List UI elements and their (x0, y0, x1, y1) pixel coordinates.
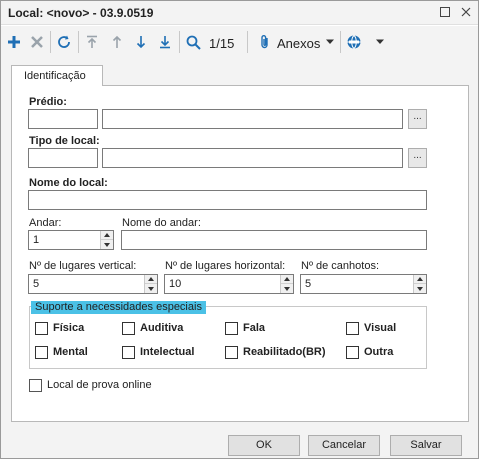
mental-label: Mental (53, 346, 88, 358)
predio-lookup-button[interactable]: ... (408, 109, 427, 129)
refresh-icon[interactable] (54, 32, 74, 52)
dialog-window: Local: <novo> - 03.9.0519 1/15 Anexos Id… (0, 0, 479, 459)
fisica-label: Física (53, 322, 85, 334)
restore-icon[interactable] (436, 4, 454, 22)
toolbar-separator (247, 31, 248, 53)
lugares-horizontal-value: 10 (169, 278, 182, 290)
title-bar: Local: <novo> - 03.9.0519 (1, 1, 478, 25)
ok-button[interactable]: OK (228, 435, 300, 456)
outra-label: Outra (364, 346, 394, 358)
toolbar: 1/15 Anexos (1, 26, 478, 58)
toolbar-separator (340, 31, 341, 53)
nome-andar-field[interactable] (121, 230, 427, 250)
tipo-local-lookup-button[interactable]: ... (408, 148, 427, 168)
canhotos-value: 5 (305, 278, 312, 290)
spin-down-icon[interactable] (414, 284, 426, 293)
chevron-down-icon[interactable] (320, 32, 340, 52)
spin-up-icon[interactable] (145, 275, 157, 284)
spin-down-icon[interactable] (281, 284, 293, 293)
andar-spin (100, 231, 113, 249)
visual-checkbox[interactable] (346, 322, 359, 335)
lugares-horizontal-label: Nº de lugares horizontal: (165, 260, 286, 272)
search-icon[interactable] (183, 32, 203, 52)
fala-label: Fala (243, 322, 266, 334)
nome-local-field[interactable] (28, 190, 427, 210)
spin-up-icon[interactable] (101, 231, 113, 240)
toolbar-separator (50, 31, 51, 53)
cancel-button[interactable]: Cancelar (308, 435, 380, 456)
chevron-down-icon[interactable] (370, 32, 390, 52)
toolbar-separator (78, 31, 79, 53)
auditiva-label: Auditiva (140, 322, 184, 334)
suporte-group (29, 306, 427, 369)
andar-stepper[interactable]: 1 (28, 230, 114, 250)
reabilitado-label: Reabilitado(BR) (243, 346, 326, 358)
fala-checkbox[interactable] (225, 322, 238, 335)
globe-icon[interactable] (344, 32, 364, 52)
delete-icon[interactable] (27, 32, 47, 52)
predio-code-field[interactable] (28, 109, 98, 129)
predio-label: Prédio: (29, 96, 67, 108)
add-icon[interactable] (4, 32, 24, 52)
outra-checkbox[interactable] (346, 346, 359, 359)
visual-label: Visual (364, 322, 397, 334)
next-icon[interactable] (131, 32, 151, 52)
andar-label: Andar: (29, 217, 62, 229)
andar-value: 1 (33, 234, 40, 246)
online-label: Local de prova online (47, 379, 152, 391)
lugares-vertical-stepper[interactable]: 5 (28, 274, 158, 294)
tipo-local-code-field[interactable] (28, 148, 98, 168)
lugares-horizontal-stepper[interactable]: 10 (164, 274, 294, 294)
reabilitado-checkbox[interactable] (225, 346, 238, 359)
spin-down-icon[interactable] (145, 284, 157, 293)
canhotos-stepper[interactable]: 5 (300, 274, 427, 294)
last-icon[interactable] (155, 32, 175, 52)
record-pager: 1/15 (209, 36, 235, 51)
attachment-icon[interactable] (255, 32, 275, 52)
tipo-local-name-field[interactable] (102, 148, 403, 168)
fisica-checkbox[interactable] (35, 322, 48, 335)
spin-up-icon[interactable] (414, 275, 426, 284)
lugares-vertical-value: 5 (33, 278, 40, 290)
intelectual-checkbox[interactable] (122, 346, 135, 359)
canhotos-spin (413, 275, 426, 293)
canhotos-label: Nº de canhotos: (301, 260, 380, 272)
lugares-horizontal-spin (280, 275, 293, 293)
tipo-local-label: Tipo de local: (29, 135, 100, 147)
auditiva-checkbox[interactable] (122, 322, 135, 335)
nome-local-label: Nome do local: (29, 177, 108, 189)
online-checkbox[interactable] (29, 379, 42, 392)
window-title: Local: <novo> - 03.9.0519 (8, 6, 154, 20)
suporte-group-title: Suporte a necessidades especiais (31, 301, 206, 314)
lugares-vertical-label: Nº de lugares vertical: (29, 260, 137, 272)
spin-down-icon[interactable] (101, 240, 113, 249)
previous-icon[interactable] (107, 32, 127, 52)
toolbar-separator (179, 31, 180, 53)
save-button[interactable]: Salvar (390, 435, 462, 456)
anexos-button[interactable]: Anexos (277, 36, 320, 51)
predio-name-field[interactable] (102, 109, 403, 129)
spin-up-icon[interactable] (281, 275, 293, 284)
close-icon[interactable] (457, 4, 475, 22)
first-icon[interactable] (82, 32, 102, 52)
intelectual-label: Intelectual (140, 346, 195, 358)
mental-checkbox[interactable] (35, 346, 48, 359)
lugares-vertical-spin (144, 275, 157, 293)
nome-andar-label: Nome do andar: (122, 217, 201, 229)
tab-identificacao[interactable]: Identificação (11, 65, 103, 86)
